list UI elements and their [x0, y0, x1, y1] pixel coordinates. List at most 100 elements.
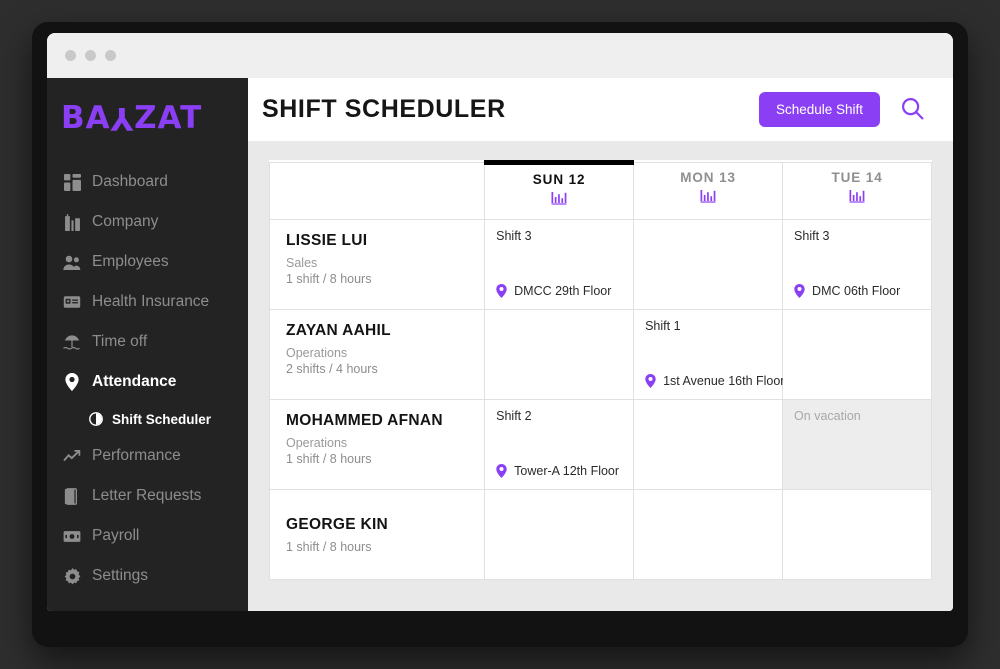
sidebar-item-employees[interactable]: Employees	[47, 242, 248, 282]
location-name: DMCC 29th Floor	[514, 284, 612, 298]
sidebar-item-label: Health Insurance	[92, 293, 210, 310]
location-name: DMC 06th Floor	[812, 284, 901, 298]
shift-label: Shift 1	[645, 319, 681, 333]
letter-requests-icon	[63, 487, 81, 505]
sidebar-item-label: Performance	[92, 447, 181, 464]
shift-cell-empty[interactable]	[782, 309, 932, 400]
table-row: GEORGE KIN 1 shift / 8 hours	[268, 489, 932, 580]
employee-department: Operations	[286, 346, 348, 360]
logo-part-1: BA	[61, 100, 111, 136]
employee-cell[interactable]: LISSIE LUI Sales 1 shift / 8 hours	[268, 219, 486, 310]
dashboard-icon	[63, 173, 81, 191]
employees-icon	[63, 253, 81, 271]
location-pin-icon	[496, 464, 507, 478]
day-column-header-mon[interactable]: MON 13	[633, 162, 784, 220]
sidebar-item-payroll[interactable]: Payroll	[47, 516, 248, 556]
sidebar-item-label: Dashboard	[92, 173, 168, 190]
main-content: SHIFT SCHEDULER Schedule Shift SUN 12 MO…	[248, 78, 953, 611]
sidebar-item-performance[interactable]: Performance	[47, 436, 248, 476]
employee-name: GEORGE KIN	[286, 516, 389, 533]
logo-flipped-y: Y	[110, 100, 135, 136]
vacation-label: On vacation	[794, 409, 861, 423]
sidebar-item-label: Employees	[92, 253, 169, 270]
sidebar-subitem-shift-scheduler[interactable]: Shift Scheduler	[47, 402, 248, 436]
shift-cell-empty[interactable]	[484, 489, 635, 580]
window-controls	[65, 50, 116, 61]
sidebar-item-health-insurance[interactable]: Health Insurance	[47, 282, 248, 322]
close-dot[interactable]	[65, 50, 76, 61]
sidebar-item-attendance[interactable]: Attendance	[47, 362, 248, 402]
bar-chart-icon[interactable]	[700, 189, 717, 203]
maximize-dot[interactable]	[105, 50, 116, 61]
shift-cell-empty[interactable]	[633, 219, 784, 310]
location-name: Tower-A 12th Floor	[514, 464, 620, 478]
day-column-header-sun[interactable]: SUN 12	[484, 160, 635, 220]
day-label: SUN 12	[532, 172, 586, 187]
employee-name: MOHAMMED AFNAN	[286, 412, 443, 429]
vacation-cell[interactable]: On vacation	[782, 399, 932, 490]
employee-cell[interactable]: ZAYAN AAHIL Operations 2 shifts / 4 hour…	[268, 309, 486, 400]
location-name: 1st Avenue 16th Floor	[663, 374, 785, 388]
employee-cell[interactable]: MOHAMMED AFNAN Operations 1 shift / 8 ho…	[268, 399, 486, 490]
sidebar-item-dashboard[interactable]: Dashboard	[47, 162, 248, 202]
bar-chart-icon[interactable]	[849, 189, 866, 203]
shift-location: DMC 06th Floor	[794, 284, 900, 298]
settings-gear-icon	[63, 567, 81, 585]
shift-label: Shift 2	[496, 409, 532, 423]
shift-cell[interactable]: Shift 2 Tower-A 12th Floor	[484, 399, 635, 490]
location-pin-icon	[645, 374, 656, 388]
bar-chart-icon[interactable]	[551, 191, 568, 205]
sidebar-item-letter-requests[interactable]: Letter Requests	[47, 476, 248, 516]
shift-label: Shift 3	[496, 229, 532, 243]
table-row: LISSIE LUI Sales 1 shift / 8 hours Shift…	[268, 219, 932, 310]
shift-cell-empty[interactable]	[633, 489, 784, 580]
employee-column-header	[268, 162, 486, 220]
payroll-icon	[63, 527, 81, 545]
location-pin-icon	[496, 284, 507, 298]
shift-cell[interactable]: Shift 3 DMCC 29th Floor	[484, 219, 635, 310]
sidebar-item-label: Attendance	[92, 373, 177, 390]
search-button[interactable]	[898, 94, 927, 126]
shift-location: Tower-A 12th Floor	[496, 464, 619, 478]
location-pin-icon	[794, 284, 805, 298]
half-circle-icon	[89, 412, 103, 426]
sidebar-item-time-off[interactable]: Time off	[47, 322, 248, 362]
health-insurance-icon	[63, 293, 81, 311]
performance-icon	[63, 447, 81, 465]
shift-cell[interactable]: Shift 3 DMC 06th Floor	[782, 219, 932, 310]
sidebar-item-settings[interactable]: Settings	[47, 556, 248, 596]
day-column-header-tue[interactable]: TUE 14	[782, 162, 932, 220]
employee-name: LISSIE LUI	[286, 232, 368, 249]
sidebar-item-label: Company	[92, 213, 159, 230]
window-titlebar	[47, 33, 953, 78]
shift-label: Shift 3	[794, 229, 830, 243]
time-off-icon	[63, 333, 81, 351]
shift-cell-empty[interactable]	[484, 309, 635, 400]
sidebar-item-company[interactable]: Company	[47, 202, 248, 242]
employee-hours: 1 shift / 8 hours	[286, 540, 372, 554]
table-body: LISSIE LUI Sales 1 shift / 8 hours Shift…	[268, 219, 932, 580]
table-header: SUN 12 MON 13 TUE 14	[268, 160, 932, 220]
minimize-dot[interactable]	[85, 50, 96, 61]
employee-name: ZAYAN AAHIL	[286, 322, 391, 339]
shift-scheduler-table: SUN 12 MON 13 TUE 14 LISSIE LUI Sales 1 …	[268, 160, 932, 580]
day-label: TUE 14	[831, 170, 883, 185]
schedule-shift-button[interactable]: Schedule Shift	[758, 92, 880, 127]
shift-cell-empty[interactable]	[633, 399, 784, 490]
location-pin-icon	[63, 373, 81, 391]
sidebar-item-label: Payroll	[92, 527, 140, 544]
shift-cell[interactable]: Shift 1 1st Avenue 16th Floor	[633, 309, 784, 400]
shift-location: 1st Avenue 16th Floor	[645, 374, 784, 388]
table-row: MOHAMMED AFNAN Operations 1 shift / 8 ho…	[268, 399, 932, 490]
shift-cell-empty[interactable]	[782, 489, 932, 580]
shift-location: DMCC 29th Floor	[496, 284, 611, 298]
header-actions: Schedule Shift	[758, 92, 927, 127]
logo-part-2: ZAT	[134, 100, 203, 136]
screenshot-stage: BAYZAT Dashboard Company Employees Healt…	[0, 0, 1000, 669]
employee-cell[interactable]: GEORGE KIN 1 shift / 8 hours	[268, 489, 486, 580]
sidebar-subitem-label: Shift Scheduler	[112, 411, 212, 427]
app-window: BAYZAT Dashboard Company Employees Healt…	[47, 33, 953, 611]
table-row: ZAYAN AAHIL Operations 2 shifts / 4 hour…	[268, 309, 932, 400]
page-header: SHIFT SCHEDULER Schedule Shift	[248, 78, 953, 141]
sidebar-item-label: Letter Requests	[92, 487, 202, 504]
